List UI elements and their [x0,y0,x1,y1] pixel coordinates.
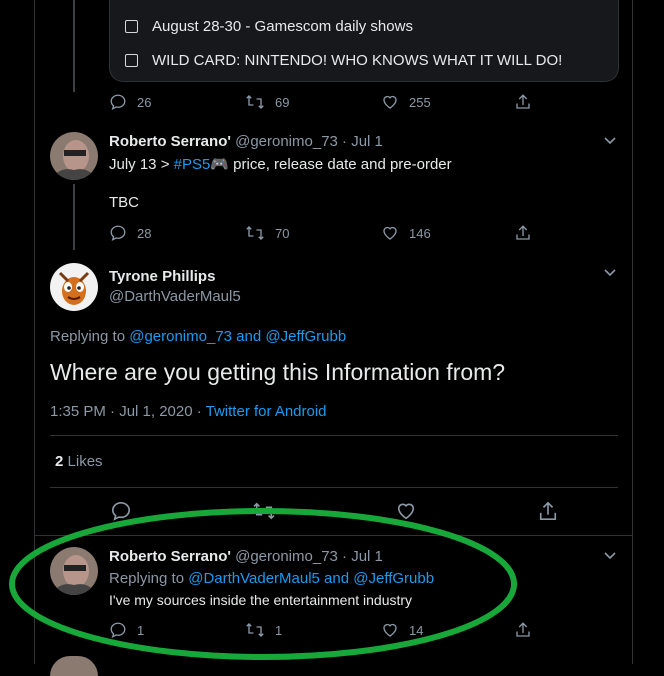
highlight-annotation [9,508,517,660]
